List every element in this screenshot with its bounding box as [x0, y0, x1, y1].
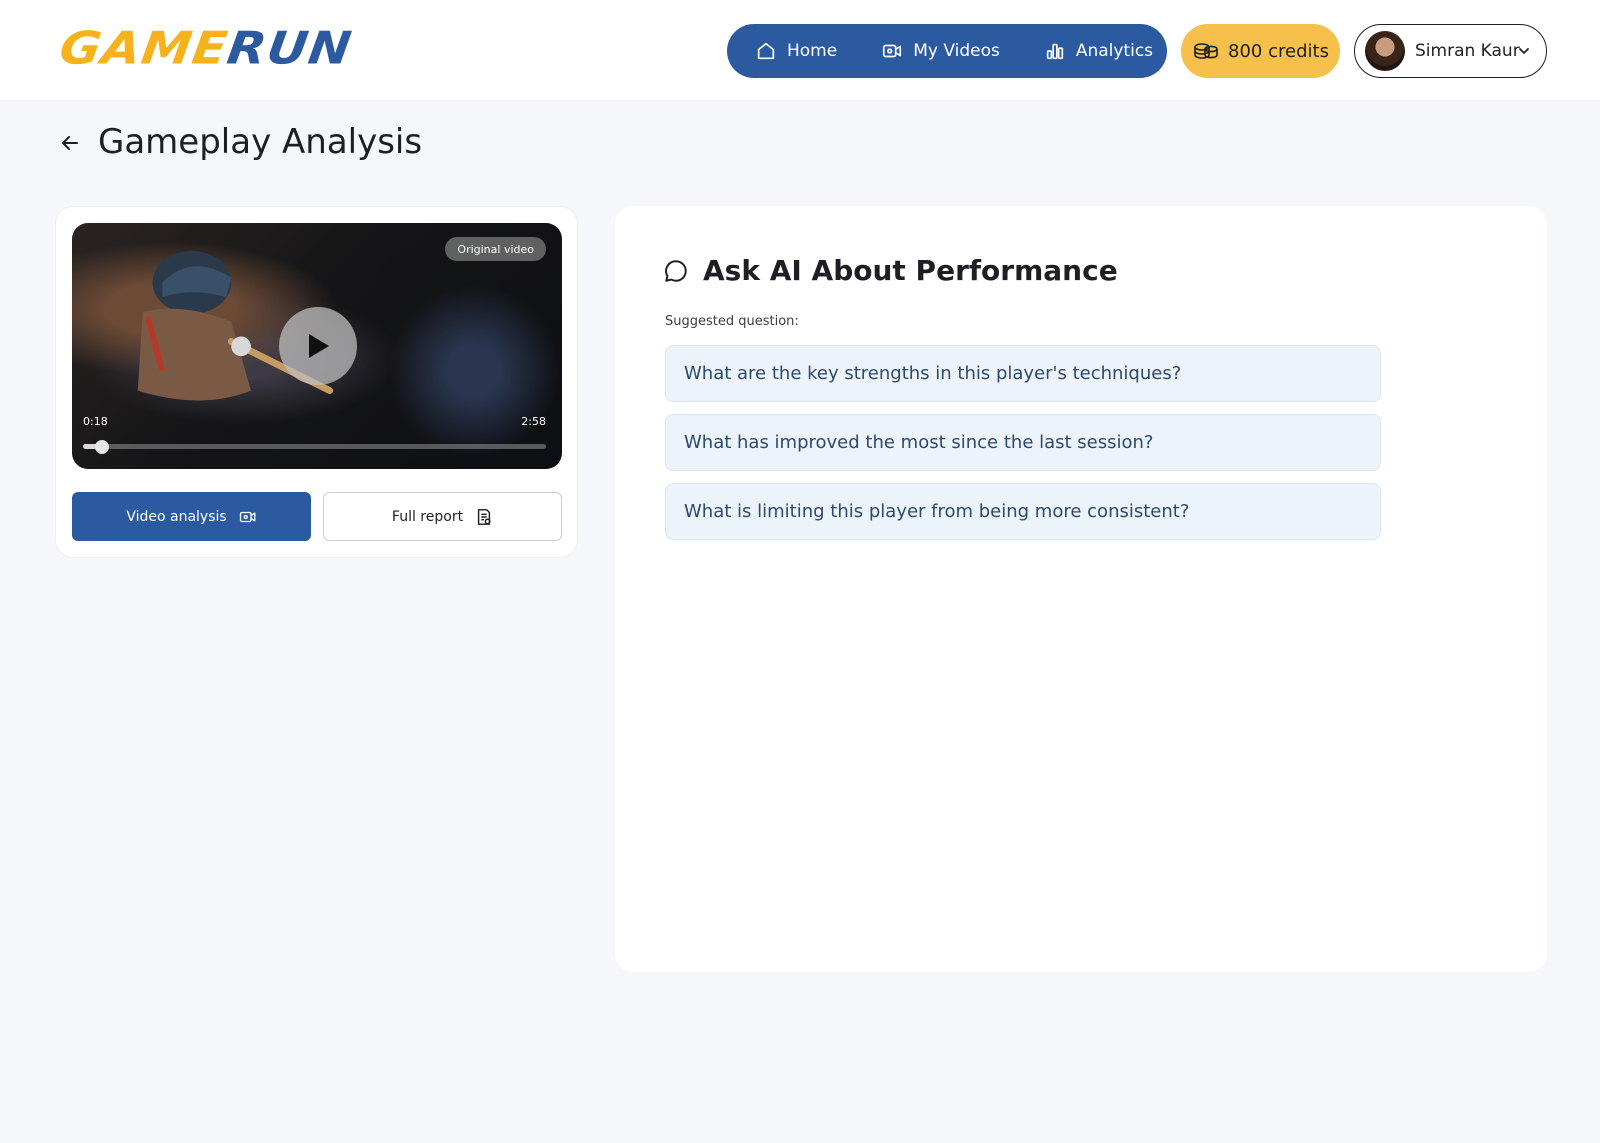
full-report-button[interactable]: Full report — [323, 492, 562, 541]
video-analysis-button[interactable]: Video analysis — [72, 492, 311, 541]
page-title: Gameplay Analysis — [98, 122, 423, 162]
current-time: 0:18 — [83, 415, 108, 428]
video-player[interactable]: Original video 0:18 2:58 — [72, 223, 562, 469]
top-header: GAME RUN Home My Videos Analytics 800 cre… — [0, 0, 1600, 101]
credits-button[interactable]: 800 credits — [1181, 24, 1340, 78]
gamerun-logo[interactable]: GAME RUN — [56, 21, 356, 75]
original-video-badge: Original video — [445, 237, 546, 261]
seek-bar[interactable] — [83, 440, 546, 454]
home-icon — [757, 42, 775, 60]
video-analysis-label: Video analysis — [126, 508, 227, 525]
seek-bar-thumb[interactable] — [94, 440, 109, 454]
avatar — [1365, 31, 1405, 71]
video-card: Original video 0:18 2:58 Video analysis … — [55, 206, 578, 558]
user-menu[interactable]: Simran Kaur — [1354, 24, 1547, 78]
play-icon — [309, 334, 329, 358]
logo-part-run: RUN — [223, 21, 356, 75]
report-icon — [477, 508, 491, 525]
suggested-question-1[interactable]: What are the key strengths in this playe… — [665, 345, 1381, 402]
nav-my-videos[interactable]: My Videos — [881, 40, 1000, 62]
chat-bubble-icon — [665, 259, 687, 282]
nav-my-videos-label: My Videos — [913, 41, 1000, 61]
suggested-question-2[interactable]: What has improved the most since the las… — [665, 414, 1381, 471]
suggested-question-3[interactable]: What is limiting this player from being … — [665, 483, 1381, 540]
credits-label: 800 credits — [1228, 40, 1329, 62]
play-button[interactable] — [279, 307, 357, 385]
nav-home-label: Home — [787, 41, 838, 61]
full-report-label: Full report — [391, 508, 464, 525]
chevron-down-icon — [1519, 48, 1529, 54]
nav-analytics-label: Analytics — [1075, 41, 1154, 61]
logo-part-game: GAME — [56, 21, 232, 75]
ask-ai-title: Ask AI About Performance — [663, 254, 1118, 287]
ask-ai-panel: Ask AI About Performance Suggested quest… — [615, 206, 1547, 972]
ask-ai-title-text: Ask AI About Performance — [703, 254, 1118, 287]
user-name: Simran Kaur — [1415, 41, 1520, 61]
arrow-left-icon[interactable] — [58, 131, 82, 155]
bar-chart-icon — [1046, 43, 1063, 60]
nav-home[interactable]: Home — [755, 40, 837, 62]
video-camera-icon — [239, 511, 256, 522]
suggested-question-label: Suggested question: — [665, 314, 799, 329]
main-nav: Home My Videos Analytics — [727, 24, 1167, 78]
video-icon — [883, 44, 902, 58]
nav-analytics[interactable]: Analytics — [1044, 40, 1153, 62]
duration: 2:58 — [521, 415, 546, 428]
coins-icon — [1194, 43, 1218, 59]
